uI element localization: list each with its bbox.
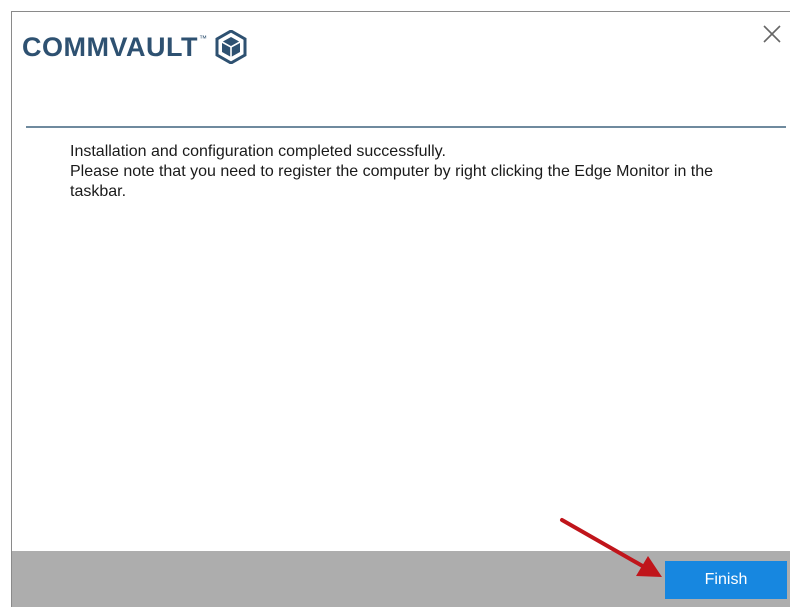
finish-button[interactable]: Finish [665,561,787,599]
brand-name: COMMVAULT [22,31,198,62]
commvault-logo: COMMVAULT ™ [22,30,248,64]
header-divider [26,126,786,128]
brand-trademark: ™ [198,34,207,43]
close-icon [763,25,781,43]
dialog-footer: Finish [12,551,790,607]
completion-message: Installation and configuration completed… [70,142,770,202]
message-line-register-note: Please note that you need to register th… [70,163,714,200]
installer-dialog: COMMVAULT ™ Installation and configurati… [11,11,790,607]
close-button[interactable] [760,22,784,46]
message-line-success: Installation and configuration completed… [70,143,446,160]
commvault-cube-icon [215,30,247,64]
